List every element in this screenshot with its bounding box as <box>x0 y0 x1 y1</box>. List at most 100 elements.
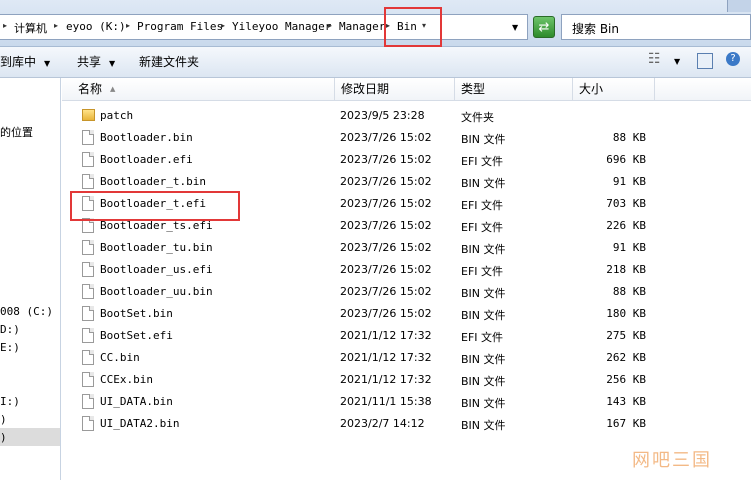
file-date: 2021/11/1 15:38 <box>340 395 432 408</box>
view-icon[interactable]: ☷ <box>648 51 661 67</box>
crumb-drive[interactable]: eyoo (K:) <box>66 20 126 33</box>
file-type: BIN 文件 <box>461 397 506 410</box>
file-name: BootSet.bin <box>100 307 173 320</box>
watermark: 网吧三国 <box>632 450 712 471</box>
refresh-button[interactable]: ⇄ <box>533 16 555 38</box>
share-button[interactable]: 共享 ▼ <box>77 53 115 70</box>
include-in-library-button[interactable]: 到库中 ▼ <box>0 53 50 70</box>
file-row[interactable]: BootSet.bin 2023/7/26 15:02 BIN 文件 180 KB <box>70 303 670 325</box>
file-icon <box>82 372 94 387</box>
chevron-right-icon[interactable]: ▸ <box>328 21 332 30</box>
window-control[interactable] <box>727 0 751 12</box>
file-size: 167 KB <box>606 417 646 430</box>
file-row[interactable]: CCEx.bin 2021/1/12 17:32 BIN 文件 256 KB <box>70 369 670 391</box>
folder-icon <box>82 109 95 121</box>
search-placeholder: 搜索 Bin <box>572 22 619 36</box>
file-icon <box>82 284 94 299</box>
file-name: Bootloader.bin <box>100 131 193 144</box>
chevron-down-icon: ▼ <box>109 59 116 68</box>
file-type: BIN 文件 <box>461 419 506 432</box>
chevron-right-icon[interactable]: ▸ <box>221 21 225 30</box>
file-size: 226 KB <box>606 219 646 232</box>
chevron-right-icon[interactable]: ▸ <box>126 21 130 30</box>
address-dropdown-icon[interactable]: ▼ <box>512 23 518 32</box>
file-type: BIN 文件 <box>461 353 506 366</box>
nav-item-drive-i[interactable]: I:) <box>0 395 20 408</box>
address-bar-area: ▸ 计算机 ▸ eyoo (K:) ▸ Program Files ▸ Yile… <box>0 0 751 47</box>
file-row[interactable]: BootSet.efi 2021/1/12 17:32 EFI 文件 275 KB <box>70 325 670 347</box>
column-date[interactable]: 修改日期 <box>335 78 455 100</box>
crumb-yileyoo-manager[interactable]: Yileyoo Manager <box>232 20 331 33</box>
file-type: EFI 文件 <box>461 265 504 278</box>
column-type[interactable]: 类型 <box>455 78 573 100</box>
file-row[interactable]: Bootloader.bin 2023/7/26 15:02 BIN 文件 88 KB <box>70 127 670 149</box>
column-name[interactable]: 名称 ▲ <box>72 78 335 100</box>
chevron-down-icon[interactable]: ▼ <box>674 57 680 66</box>
file-type: BIN 文件 <box>461 243 506 256</box>
file-icon <box>82 174 94 189</box>
preview-pane-icon[interactable] <box>697 53 713 69</box>
column-header: 名称 ▲ 修改日期 类型 大小 <box>62 78 751 101</box>
file-name: Bootloader_us.efi <box>100 263 213 276</box>
file-row[interactable]: CC.bin 2021/1/12 17:32 BIN 文件 262 KB <box>70 347 670 369</box>
crumb-computer[interactable]: 计算机 <box>14 20 47 36</box>
file-date: 2023/7/26 15:02 <box>340 263 432 276</box>
nav-item-recent-places[interactable]: 的位置 <box>0 124 33 140</box>
file-name: UI_DATA2.bin <box>100 417 180 430</box>
file-row[interactable]: Bootloader_t.bin 2023/7/26 15:02 BIN 文件 91 … <box>70 171 670 193</box>
file-size: 91 KB <box>612 175 646 188</box>
file-name: BootSet.efi <box>100 329 173 342</box>
file-row[interactable]: Bootloader_uu.bin 2023/7/26 15:02 BIN 文件 88… <box>70 281 670 303</box>
file-type: BIN 文件 <box>461 133 506 146</box>
file-size: 218 KB <box>606 263 646 276</box>
file-name: Bootloader_uu.bin <box>100 285 213 298</box>
new-folder-button[interactable]: 新建文件夹 <box>139 53 199 70</box>
help-icon[interactable]: ? <box>726 52 740 66</box>
crumb-manager[interactable]: Manager <box>339 20 385 33</box>
file-row[interactable]: patch 2023/9/5 23:28 文件夹 <box>70 105 670 127</box>
file-type: BIN 文件 <box>461 177 506 190</box>
file-size: 88 KB <box>612 285 646 298</box>
file-date: 2023/7/26 15:02 <box>340 219 432 232</box>
nav-item-drive-e[interactable]: E:) <box>0 341 20 354</box>
nav-item-drive-k[interactable]: ) <box>0 431 7 444</box>
file-type: EFI 文件 <box>461 155 504 168</box>
nav-item-drive-d[interactable]: D:) <box>0 323 20 336</box>
file-date: 2023/7/26 15:02 <box>340 285 432 298</box>
file-date: 2023/7/26 15:02 <box>340 307 432 320</box>
file-icon <box>82 306 94 321</box>
file-icon <box>82 416 94 431</box>
file-date: 2023/7/26 15:02 <box>340 241 432 254</box>
chevron-right-icon[interactable]: ▸ <box>3 21 7 30</box>
file-type: EFI 文件 <box>461 221 504 234</box>
file-row[interactable]: UI_DATA.bin 2021/11/1 15:38 BIN 文件 143 KB <box>70 391 670 413</box>
nav-item-drive-j[interactable]: ) <box>0 413 7 426</box>
address-bar[interactable]: ▸ 计算机 ▸ eyoo (K:) ▸ Program Files ▸ Yile… <box>0 14 528 40</box>
file-name: patch <box>100 109 134 122</box>
file-size: 180 KB <box>606 307 646 320</box>
file-row[interactable]: Bootloader_us.efi 2023/7/26 15:02 EFI 文件 21… <box>70 259 670 281</box>
highlight-box-file <box>70 191 240 221</box>
share-label: 共享 <box>77 55 102 69</box>
file-size: 703 KB <box>606 197 646 210</box>
file-type: BIN 文件 <box>461 287 506 300</box>
file-icon <box>82 152 94 167</box>
file-row[interactable]: UI_DATA2.bin 2023/2/7 14:12 BIN 文件 167 KB <box>70 413 670 435</box>
file-type: EFI 文件 <box>461 331 504 344</box>
file-name: UI_DATA.bin <box>100 395 173 408</box>
file-size: 91 KB <box>612 241 646 254</box>
column-size[interactable]: 大小 <box>573 78 655 100</box>
chevron-right-icon[interactable]: ▸ <box>54 21 58 30</box>
file-icon <box>82 130 94 145</box>
file-date: 2023/7/26 15:02 <box>340 197 432 210</box>
search-input[interactable]: 搜索 Bin <box>561 14 751 40</box>
file-date: 2023/2/7 14:12 <box>340 417 425 430</box>
file-date: 2021/1/12 17:32 <box>340 329 432 342</box>
nav-item-drive-c[interactable]: 008 (C:) <box>0 305 53 318</box>
file-size: 262 KB <box>606 351 646 364</box>
file-icon <box>82 328 94 343</box>
navigation-pane: 的位置 008 (C:) D:) E:) I:) ) ) <box>0 78 61 480</box>
crumb-program-files[interactable]: Program Files <box>137 20 223 33</box>
file-row[interactable]: Bootloader_tu.bin 2023/7/26 15:02 BIN 文件 91… <box>70 237 670 259</box>
file-row[interactable]: Bootloader.efi 2023/7/26 15:02 EFI 文件 696 K… <box>70 149 670 171</box>
